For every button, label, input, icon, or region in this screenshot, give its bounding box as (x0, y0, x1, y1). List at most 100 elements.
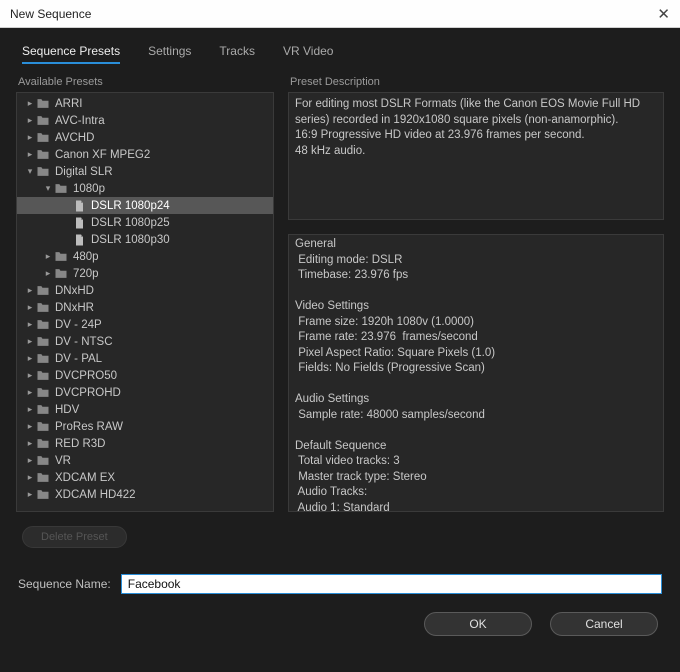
tree-item-label: XDCAM HD422 (55, 489, 136, 501)
folder-icon (35, 114, 51, 127)
chevron-right-icon[interactable] (25, 404, 35, 415)
preset-folder-720p[interactable]: 720p (17, 265, 273, 282)
chevron-right-icon[interactable] (25, 438, 35, 449)
preset-folder-vr[interactable]: VR (17, 452, 273, 469)
folder-icon (53, 182, 69, 195)
preset-item-dslr-1080p25[interactable]: DSLR 1080p25 (17, 214, 273, 231)
tree-item-label: ARRI (55, 98, 82, 110)
tree-item-label: DVCPRO50 (55, 370, 117, 382)
chevron-down-icon[interactable] (43, 183, 53, 194)
tree-item-label: DSLR 1080p30 (91, 234, 170, 246)
folder-icon (35, 97, 51, 110)
folder-icon (35, 148, 51, 161)
chevron-right-icon[interactable] (25, 319, 35, 330)
dialog-buttons: OK Cancel (0, 594, 680, 636)
close-icon[interactable]: ✕ (657, 5, 670, 23)
chevron-right-icon[interactable] (25, 336, 35, 347)
tree-item-label: DNxHR (55, 302, 94, 314)
folder-icon (35, 437, 51, 450)
tree-item-label: 720p (73, 268, 99, 280)
preset-folder-digital-slr[interactable]: Digital SLR (17, 163, 273, 180)
preset-folder-arri[interactable]: ARRI (17, 95, 273, 112)
chevron-right-icon[interactable] (25, 302, 35, 313)
folder-icon (35, 301, 51, 314)
tree-item-label: DV - 24P (55, 319, 102, 331)
chevron-right-icon[interactable] (25, 489, 35, 500)
preset-folder-480p[interactable]: 480p (17, 248, 273, 265)
window-title: New Sequence (10, 7, 91, 21)
chevron-right-icon[interactable] (25, 149, 35, 160)
cancel-button[interactable]: Cancel (550, 612, 658, 636)
preset-folder-dnxhd[interactable]: DNxHD (17, 282, 273, 299)
chevron-right-icon[interactable] (25, 455, 35, 466)
tree-item-label: RED R3D (55, 438, 105, 450)
left-column: Available Presets ARRIAVC-IntraAVCHDCano… (16, 76, 274, 512)
preset-folder-xdcam-ex[interactable]: XDCAM EX (17, 469, 273, 486)
tree-item-label: AVC-Intra (55, 115, 105, 127)
preset-folder-canon-xf-mpeg2[interactable]: Canon XF MPEG2 (17, 146, 273, 163)
preset-folder-xdcam-hd422[interactable]: XDCAM HD422 (17, 486, 273, 503)
chevron-right-icon[interactable] (43, 251, 53, 262)
preset-file-icon (71, 199, 87, 212)
right-column: Preset Description For editing most DSLR… (288, 76, 664, 512)
tab-tracks[interactable]: Tracks (219, 44, 255, 64)
ok-button[interactable]: OK (424, 612, 532, 636)
chevron-right-icon[interactable] (25, 353, 35, 364)
preset-folder-avchd[interactable]: AVCHD (17, 129, 273, 146)
delete-preset-button: Delete Preset (22, 526, 127, 548)
preset-folder-hdv[interactable]: HDV (17, 401, 273, 418)
folder-icon (53, 250, 69, 263)
preset-description-box[interactable]: For editing most DSLR Formats (like the … (288, 92, 664, 220)
tree-item-label: XDCAM EX (55, 472, 115, 484)
tab-settings[interactable]: Settings (148, 44, 191, 64)
preset-folder-avc-intra[interactable]: AVC-Intra (17, 112, 273, 129)
folder-icon (35, 454, 51, 467)
preset-tree[interactable]: ARRI AVC-Intra AVCHD Canon XF MPEG2Digital … (16, 92, 274, 512)
preset-item-dslr-1080p24[interactable]: DSLR 1080p24 (17, 197, 273, 214)
chevron-right-icon[interactable] (25, 370, 35, 381)
tree-item-label: DSLR 1080p24 (91, 200, 170, 212)
chevron-down-icon[interactable] (25, 166, 35, 177)
tree-item-label: VR (55, 455, 71, 467)
tree-item-label: 480p (73, 251, 99, 263)
chevron-right-icon[interactable] (25, 387, 35, 398)
chevron-right-icon[interactable] (25, 472, 35, 483)
preset-folder-dv-ntsc[interactable]: DV - NTSC (17, 333, 273, 350)
preset-description-label: Preset Description (288, 76, 664, 88)
folder-icon (53, 267, 69, 280)
preset-folder-dv-pal[interactable]: DV - PAL (17, 350, 273, 367)
tab-sequence-presets[interactable]: Sequence Presets (22, 44, 120, 64)
tab-vr-video[interactable]: VR Video (283, 44, 333, 64)
folder-icon (35, 352, 51, 365)
folder-icon (35, 284, 51, 297)
chevron-right-icon[interactable] (25, 132, 35, 143)
chevron-right-icon[interactable] (25, 115, 35, 126)
tree-item-label: AVCHD (55, 132, 94, 144)
titlebar: New Sequence ✕ (0, 0, 680, 28)
preset-folder-dvcpro50[interactable]: DVCPRO50 (17, 367, 273, 384)
chevron-right-icon[interactable] (25, 285, 35, 296)
preset-folder-dnxhr[interactable]: DNxHR (17, 299, 273, 316)
tree-item-label: 1080p (73, 183, 105, 195)
folder-icon (35, 471, 51, 484)
preset-folder-prores-raw[interactable]: ProRes RAW (17, 418, 273, 435)
preset-folder-1080p[interactable]: 1080p (17, 180, 273, 197)
tree-item-label: DNxHD (55, 285, 94, 297)
chevron-right-icon[interactable] (25, 98, 35, 109)
tab-bar: Sequence Presets Settings Tracks VR Video (0, 28, 680, 72)
chevron-right-icon[interactable] (25, 421, 35, 432)
preset-folder-red-r3d[interactable]: RED R3D (17, 435, 273, 452)
tree-item-label: DVCPROHD (55, 387, 121, 399)
folder-icon (35, 165, 51, 178)
preset-folder-dvcprohd[interactable]: DVCPROHD (17, 384, 273, 401)
chevron-right-icon[interactable] (43, 268, 53, 279)
preset-file-icon (71, 216, 87, 229)
preset-details-box[interactable]: General Editing mode: DSLR Timebase: 23.… (288, 234, 664, 512)
sequence-name-label: Sequence Name: (18, 577, 111, 591)
preset-file-icon (71, 233, 87, 246)
description-line: 48 kHz audio. (295, 144, 657, 160)
preset-folder-dv-24p[interactable]: DV - 24P (17, 316, 273, 333)
sequence-name-input[interactable] (121, 574, 662, 594)
description-line: 16:9 Progressive HD video at 23.976 fram… (295, 128, 657, 144)
preset-item-dslr-1080p30[interactable]: DSLR 1080p30 (17, 231, 273, 248)
